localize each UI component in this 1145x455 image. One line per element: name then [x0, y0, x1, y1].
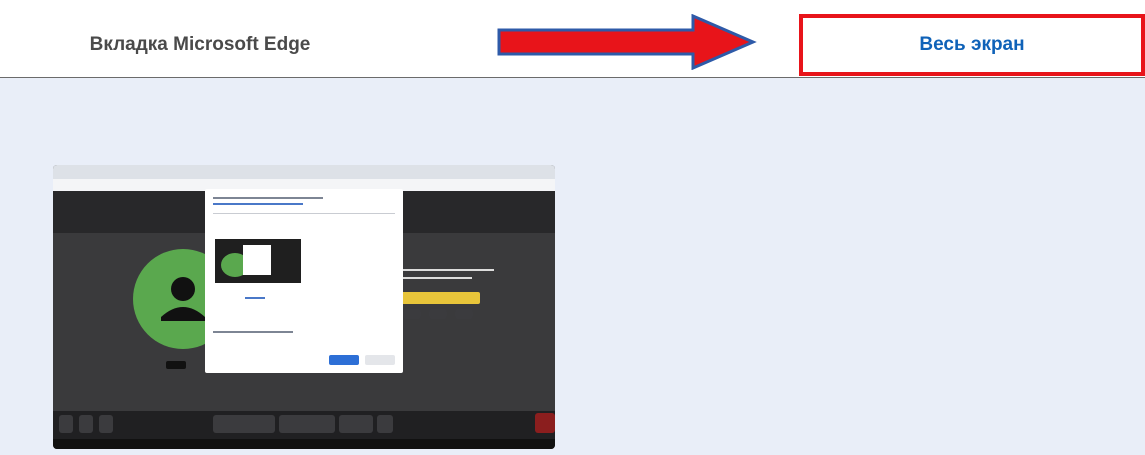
screen-thumbnail[interactable] [53, 165, 555, 449]
thumb-control [213, 415, 275, 433]
thumb-taskbar [53, 439, 555, 449]
thumb-control [339, 415, 373, 433]
thumb-control [99, 415, 113, 433]
thumb-dialog-link [245, 297, 265, 299]
thumb-control [429, 309, 447, 319]
thumb-share-dialog [205, 189, 403, 373]
thumb-browser-tabbar [53, 165, 555, 179]
thumb-control [455, 309, 473, 319]
thumb-end-call-button [535, 413, 555, 433]
thumb-name-tag [166, 361, 186, 369]
share-source-tabs: Вкладка Microsoft Edge Весь экран [0, 0, 1145, 78]
tab-entire-screen[interactable]: Весь экран [799, 14, 1145, 76]
thumb-text-line [398, 269, 494, 271]
thumb-control [79, 415, 93, 433]
thumb-dialog-rule [213, 213, 395, 214]
screen-selection-pane [0, 78, 1145, 455]
thumb-control [403, 309, 421, 319]
right-arrow-icon [497, 14, 757, 70]
thumb-mini-preview [215, 239, 301, 283]
thumb-dialog-option [213, 331, 293, 333]
thumb-control [377, 415, 393, 433]
thumb-dialog-subtitle [213, 203, 303, 205]
thumb-join-button [398, 292, 480, 304]
tab-microsoft-edge[interactable]: Вкладка Microsoft Edge [0, 14, 400, 76]
thumb-control [59, 415, 73, 433]
thumb-text-line [398, 277, 472, 279]
thumb-cancel-button [365, 355, 395, 365]
thumb-share-button [329, 355, 359, 365]
thumb-dialog-title [213, 197, 323, 199]
thumb-control [279, 415, 335, 433]
